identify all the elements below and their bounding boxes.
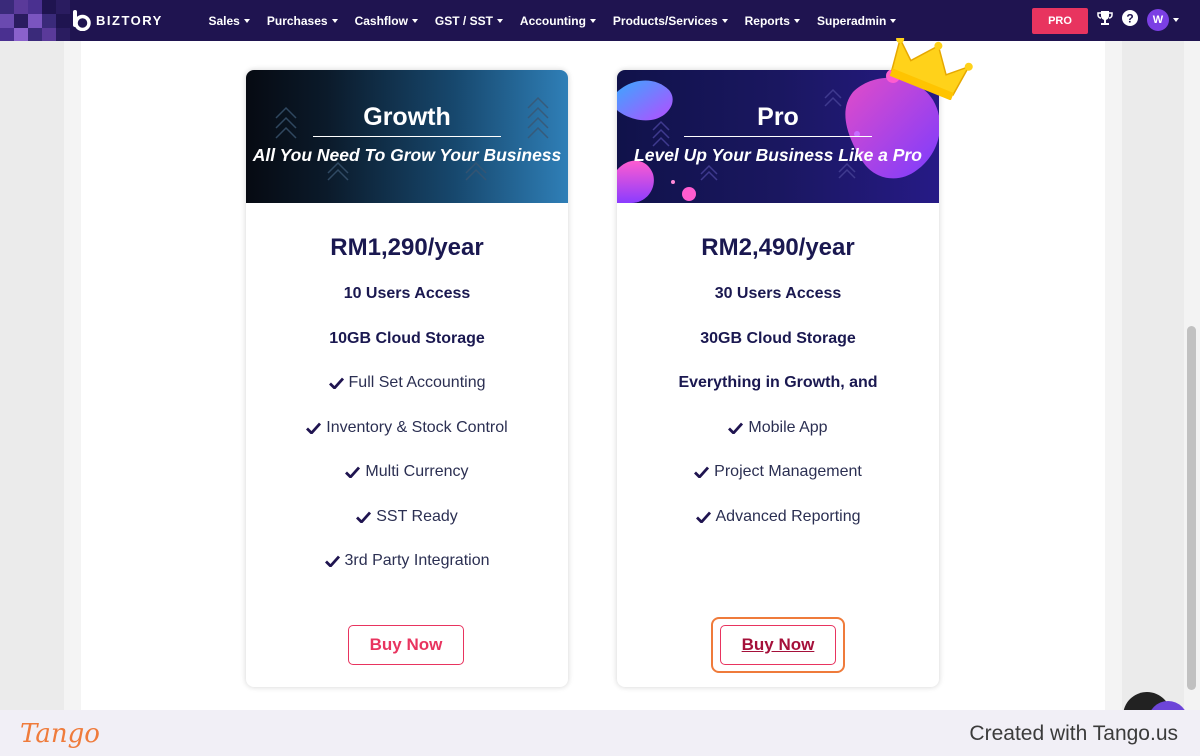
menu-purchases[interactable]: Purchases: [258, 14, 346, 28]
highlight-text: 30 Users Access: [714, 285, 842, 302]
plan-price: RM1,290/year: [330, 234, 484, 261]
chevron-down-icon[interactable]: [1173, 18, 1179, 22]
checkmark-icon: [306, 422, 322, 434]
feature-text: Mobile App: [748, 419, 828, 436]
plan-tagline: Level Up Your Business Like a Pro: [634, 145, 922, 165]
menu-cashflow[interactable]: Cashflow: [346, 14, 426, 28]
menu-superadmin[interactable]: Superadmin: [808, 14, 904, 28]
plan-feature: Advanced Reporting: [617, 508, 939, 526]
menu-products-services-label: Products/Services: [612, 13, 718, 28]
chevron-down-icon: [721, 19, 728, 23]
chevron-down-icon: [589, 19, 596, 23]
tango-footer: Tango Created with Tango.us: [0, 710, 1200, 756]
highlight-text: 30GB Cloud Storage: [700, 330, 856, 347]
chevron-down-icon: [793, 19, 800, 23]
feature-text: Multi Currency: [365, 463, 469, 480]
chevron-down-icon: [331, 19, 338, 23]
chevron-down-icon: [496, 19, 503, 23]
menu-accounting-label: Accounting: [519, 13, 586, 28]
plan-highlight: 30 Users Access: [617, 285, 939, 303]
main-menu: Sales Purchases Cashflow GST / SST Accou…: [200, 0, 905, 41]
feature-text: 3rd Party Integration: [344, 552, 490, 569]
user-avatar[interactable]: W: [1147, 9, 1169, 31]
biztory-logo[interactable]: BIZTORY: [72, 10, 163, 31]
plan-price: RM2,490/year: [701, 234, 855, 261]
crown-icon: [889, 38, 973, 100]
highlight-text: 10 Users Access: [343, 285, 471, 302]
plan-card-growth: Growth All You Need To Grow Your Busines…: [246, 70, 568, 687]
banner-divider: [313, 136, 501, 137]
plan-feature: Full Set Accounting: [246, 374, 568, 392]
left-gutter: [64, 41, 81, 710]
plan-name: Pro: [757, 103, 799, 131]
footer-credit: Created with Tango.us: [969, 722, 1178, 745]
plan-feature: Multi Currency: [246, 463, 568, 481]
feature-text: Advanced Reporting: [715, 508, 861, 525]
checkmark-icon: [345, 466, 361, 478]
menu-sales[interactable]: Sales: [200, 14, 258, 28]
menu-gst-sst[interactable]: GST / SST: [426, 14, 511, 28]
menu-reports-label: Reports: [744, 13, 790, 28]
feature-text: SST Ready: [376, 508, 458, 525]
menu-reports[interactable]: Reports: [736, 14, 808, 28]
right-gutter: [1105, 41, 1122, 710]
plan-highlight: 10 Users Access: [246, 285, 568, 303]
chevron-down-icon: [890, 19, 897, 23]
feature-text: Full Set Accounting: [348, 374, 486, 391]
main-panel: [81, 41, 1105, 710]
checkmark-icon: [356, 511, 372, 523]
pro-badge-button[interactable]: PRO: [1032, 8, 1088, 34]
plan-feature: Inventory & Stock Control: [246, 419, 568, 437]
scrollbar-thumb[interactable]: [1187, 326, 1196, 690]
menu-products-services[interactable]: Products/Services: [604, 14, 736, 28]
plan-tagline: All You Need To Grow Your Business: [252, 145, 562, 165]
top-navbar: BIZTORY Sales Purchases Cashflow GST / S…: [0, 0, 1200, 41]
plan-highlight: 30GB Cloud Storage: [617, 330, 939, 348]
highlight-text: 10GB Cloud Storage: [329, 330, 485, 347]
chevron-down-icon: [411, 19, 418, 23]
plan-card-pro: Pro Level Up Your Business Like a Pro RM…: [617, 38, 973, 687]
trophy-icon[interactable]: [1096, 9, 1114, 27]
buy-now-button-growth[interactable]: Buy Now: [348, 625, 464, 665]
menu-purchases-label: Purchases: [266, 13, 328, 28]
plan-feature: Mobile App: [617, 419, 939, 437]
checkmark-icon: [728, 422, 744, 434]
svg-text:?: ?: [1126, 12, 1133, 26]
menu-cashflow-label: Cashflow: [354, 13, 408, 28]
menu-accounting[interactable]: Accounting: [511, 14, 604, 28]
logo-text: BIZTORY: [96, 13, 163, 28]
plan-name: Growth: [363, 103, 451, 131]
banner-divider: [684, 136, 872, 137]
plan-feature: 3rd Party Integration: [246, 552, 568, 570]
menu-superadmin-label: Superadmin: [816, 13, 887, 28]
plan-feature: Project Management: [617, 463, 939, 481]
highlight-text: Everything in Growth, and: [678, 374, 878, 391]
biztory-logo-icon: [73, 10, 91, 31]
chevron-down-icon: [243, 19, 250, 23]
checkmark-icon: [695, 511, 711, 523]
buy-now-button-pro[interactable]: Buy Now: [720, 625, 836, 665]
checkmark-icon: [694, 466, 710, 478]
plan-feature: SST Ready: [246, 508, 568, 526]
menu-sales-label: Sales: [208, 13, 240, 28]
plan-highlight: 10GB Cloud Storage: [246, 330, 568, 348]
help-icon[interactable]: ?: [1121, 9, 1139, 27]
tango-logo: Tango: [20, 719, 100, 749]
checkmark-icon: [328, 377, 344, 389]
plan-highlight: Everything in Growth, and: [617, 374, 939, 392]
checkmark-icon: [324, 555, 340, 567]
feature-text: Inventory & Stock Control: [326, 419, 508, 436]
menu-gst-sst-label: GST / SST: [434, 13, 493, 28]
feature-text: Project Management: [714, 463, 862, 480]
plan-banner-growth: Growth All You Need To Grow Your Busines…: [246, 70, 568, 203]
